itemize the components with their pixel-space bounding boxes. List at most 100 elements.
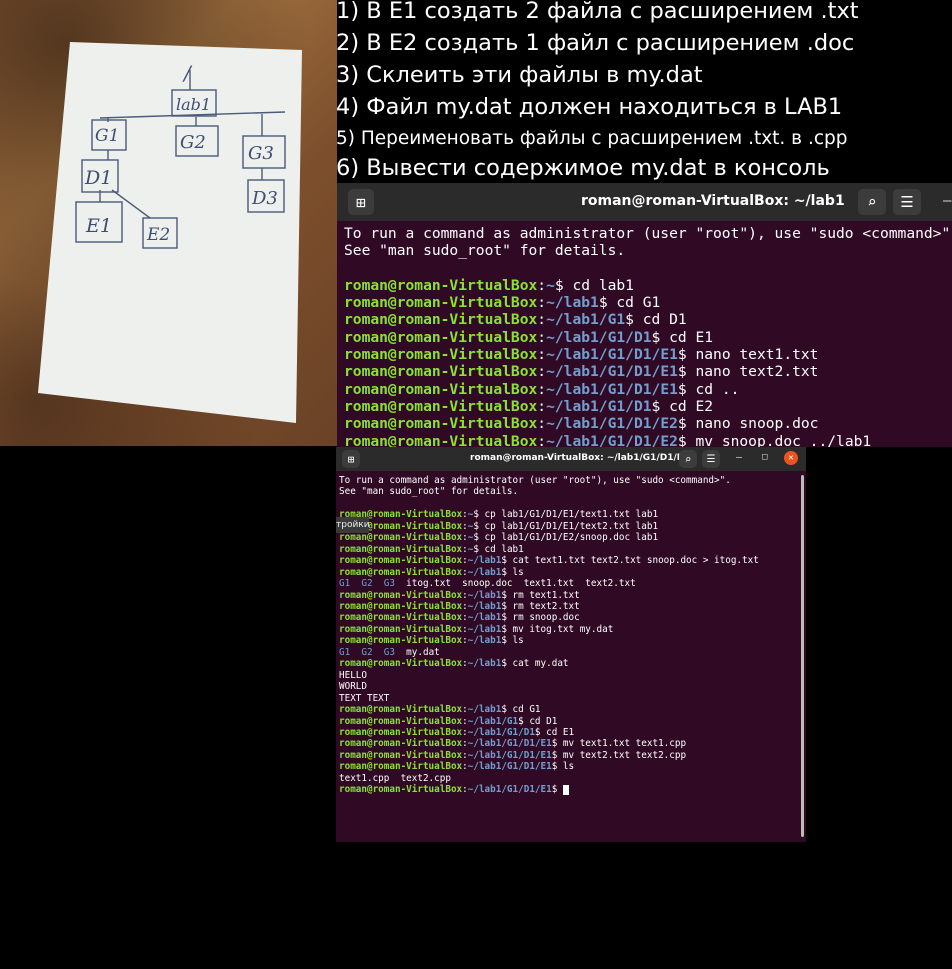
menu-button[interactable]: ☰ xyxy=(893,189,921,215)
minimize-button[interactable]: – xyxy=(943,193,951,209)
output-line: HELLO xyxy=(339,669,367,681)
prompt-line: roman@roman-VirtualBox:~/lab1/G1/D1/E1$ … xyxy=(339,738,806,749)
prompt-line: roman@roman-VirtualBox:~/lab1/G1/D1/E1$ … xyxy=(339,750,806,761)
prompt-path: ~/lab1 xyxy=(467,704,502,716)
command-text: $ cat text1.txt text2.txt snoop.doc > it… xyxy=(501,555,759,567)
prompt-user: roman@roman-VirtualBox xyxy=(344,276,538,294)
menu-button[interactable]: ☰ xyxy=(702,450,720,468)
prompt-separator: : xyxy=(537,294,547,312)
prompt-path: ~/lab1/G1/D1/E1 xyxy=(467,784,552,796)
directory-tree-photo: / lab1 G1 G2 G3 D1 D3 E1 E2 xyxy=(0,0,337,446)
node-label-d1: D1 xyxy=(84,167,112,189)
prompt-separator: : xyxy=(537,311,547,329)
prompt-line: roman@roman-VirtualBox:~/lab1/G1/D1/E1$ … xyxy=(344,363,952,380)
minimize-button[interactable]: – xyxy=(736,452,742,463)
search-button[interactable]: ⌕ xyxy=(679,450,697,468)
ls-files: itog.txt snoop.doc text1.txt text2.txt xyxy=(394,578,636,590)
prompt-path: ~/lab1 xyxy=(467,623,502,635)
terminal-output[interactable]: To run a command as administrator (user … xyxy=(336,475,806,796)
prompt-separator: : xyxy=(537,363,547,381)
close-button[interactable]: ✕ xyxy=(784,451,798,465)
prompt-line: roman@roman-VirtualBox:~/lab1$ rm text2.… xyxy=(339,601,806,612)
maximize-button[interactable]: □ xyxy=(762,452,767,462)
new-tab-icon: ⊞ xyxy=(356,192,366,212)
prompt-user: roman@roman-VirtualBox xyxy=(339,761,463,773)
command-text: $ cat my.dat xyxy=(501,658,569,670)
command-text: $ cd D1 xyxy=(625,311,687,329)
prompt-line: roman@roman-VirtualBox:~/lab1$ mv itog.t… xyxy=(339,624,806,635)
new-tab-button[interactable]: ⊞ xyxy=(342,450,360,468)
command-text: $ xyxy=(551,784,563,796)
prompt-user: roman@roman-VirtualBox xyxy=(339,658,463,670)
ls-dirs: G1 G2 G3 xyxy=(339,578,395,590)
prompt-user: roman@roman-VirtualBox xyxy=(344,415,538,433)
prompt-path: ~/lab1 xyxy=(467,589,502,601)
command-text: $ rm text2.txt xyxy=(501,600,580,612)
command-text: $ rm text1.txt xyxy=(501,589,580,601)
prompt-line: roman@roman-VirtualBox:~$ cp lab1/G1/D1/… xyxy=(339,532,806,543)
prompt-path: ~/lab1 xyxy=(467,635,502,647)
prompt-user: roman@roman-VirtualBox xyxy=(339,738,463,750)
prompt-line: roman@roman-VirtualBox:~$ cp lab1/G1/D1/… xyxy=(339,521,806,532)
prompt-path: ~/lab1/G1/D1/E1 xyxy=(546,363,678,381)
prompt-path: ~ xyxy=(546,276,555,294)
prompt-line: roman@roman-VirtualBox:~/lab1/G1/D1/E1$ … xyxy=(344,381,952,398)
ls-dirs: G1 G2 G3 xyxy=(339,646,395,658)
tooltip: тройки xyxy=(336,517,369,533)
command-text: $ mv snoop.doc ../lab1 xyxy=(677,432,872,447)
prompt-user: roman@roman-VirtualBox xyxy=(339,566,463,578)
new-tab-button[interactable]: ⊞ xyxy=(348,189,374,215)
prompt-path: ~/lab1 xyxy=(467,600,502,612)
prompt-separator: : xyxy=(537,276,547,294)
prompt-path: ~/lab1 xyxy=(546,294,599,312)
prompt-path: ~/lab1/G1/D1/E1 xyxy=(546,346,678,364)
scrollbar[interactable] xyxy=(801,475,804,837)
search-button[interactable]: ⌕ xyxy=(858,189,886,215)
prompt-separator: : xyxy=(537,415,547,433)
task-2: 2) В E2 создать 1 файл с расширением .do… xyxy=(336,30,855,56)
output-line: TEXT TEXT xyxy=(339,692,390,704)
prompt-user: roman@roman-VirtualBox xyxy=(339,704,463,716)
prompt-user: roman@roman-VirtualBox xyxy=(344,311,538,329)
command-text: $ cd E1 xyxy=(534,726,575,738)
prompt-line: roman@roman-VirtualBox:~/lab1/G1/D1$ cd … xyxy=(344,398,952,415)
output-line: text1.cpp text2.cpp xyxy=(339,772,451,784)
prompt-path: ~/lab1 xyxy=(467,566,502,578)
prompt-line: roman@roman-VirtualBox:~/lab1/G1/D1/E1$ … xyxy=(339,761,806,772)
prompt-user: roman@roman-VirtualBox xyxy=(344,294,538,312)
prompt-user: roman@roman-VirtualBox xyxy=(339,600,463,612)
terminal-output[interactable]: To run a command as administrator (user … xyxy=(337,225,952,447)
node-label-d3: D3 xyxy=(251,188,278,209)
terminal-titlebar[interactable]: ⊞ roman@roman-VirtualBox: ~/lab1 ⌕ ☰ – xyxy=(337,183,952,221)
terminal-window-lab1[interactable]: ⊞ roman@roman-VirtualBox: ~/lab1 ⌕ ☰ – T… xyxy=(337,183,952,447)
terminal-window-e1[interactable]: ⊞ roman@roman-VirtualBox: ~/lab1/G1/D1/E… xyxy=(336,447,806,842)
prompt-separator: : xyxy=(537,380,547,398)
node-label-g1: G1 xyxy=(95,126,119,146)
prompt-separator: : xyxy=(537,346,547,364)
paper-sheet-drawing: / lab1 G1 G2 G3 D1 D3 E1 E2 xyxy=(38,42,302,423)
task-3: 3) Склеить эти файлы в my.dat xyxy=(336,62,703,88)
hamburger-menu-icon: ☰ xyxy=(706,453,716,465)
prompt-user: roman@roman-VirtualBox xyxy=(339,555,463,567)
prompt-user: roman@roman-VirtualBox xyxy=(344,328,538,346)
prompt-path: ~/lab1/G1/D1/E2 xyxy=(546,432,678,447)
command-text: $ mv text2.txt text2.cpp xyxy=(551,749,687,761)
command-text: $ ls xyxy=(551,761,575,773)
node-label-e1: E1 xyxy=(85,215,112,237)
command-text: $ cd lab1 xyxy=(554,276,634,294)
command-text: $ nano text2.txt xyxy=(677,363,819,381)
node-label-lab1: lab1 xyxy=(176,95,211,114)
close-icon: ✕ xyxy=(788,453,794,463)
prompt-line: roman@roman-VirtualBox:~/lab1/G1/D1$ cd … xyxy=(339,727,806,738)
command-text: $ rm snoop.doc xyxy=(501,612,580,624)
prompt-line: roman@roman-VirtualBox:~/lab1/G1/D1$ cd … xyxy=(344,329,952,346)
prompt-line: roman@roman-VirtualBox:~$ cp lab1/G1/D1/… xyxy=(339,509,806,520)
prompt-path: ~/lab1/G1/D1/E2 xyxy=(546,415,678,433)
prompt-user: roman@roman-VirtualBox xyxy=(339,784,463,796)
prompt-line: roman@roman-VirtualBox:~/lab1$ rm snoop.… xyxy=(339,612,806,623)
ls-output: G1 G2 G3 my.dat xyxy=(339,647,806,658)
prompt-user: roman@roman-VirtualBox xyxy=(339,726,463,738)
terminal-titlebar[interactable]: ⊞ roman@roman-VirtualBox: ~/lab1/G1/D1/E… xyxy=(336,447,806,471)
command-text: $ cd lab1 xyxy=(473,543,524,555)
